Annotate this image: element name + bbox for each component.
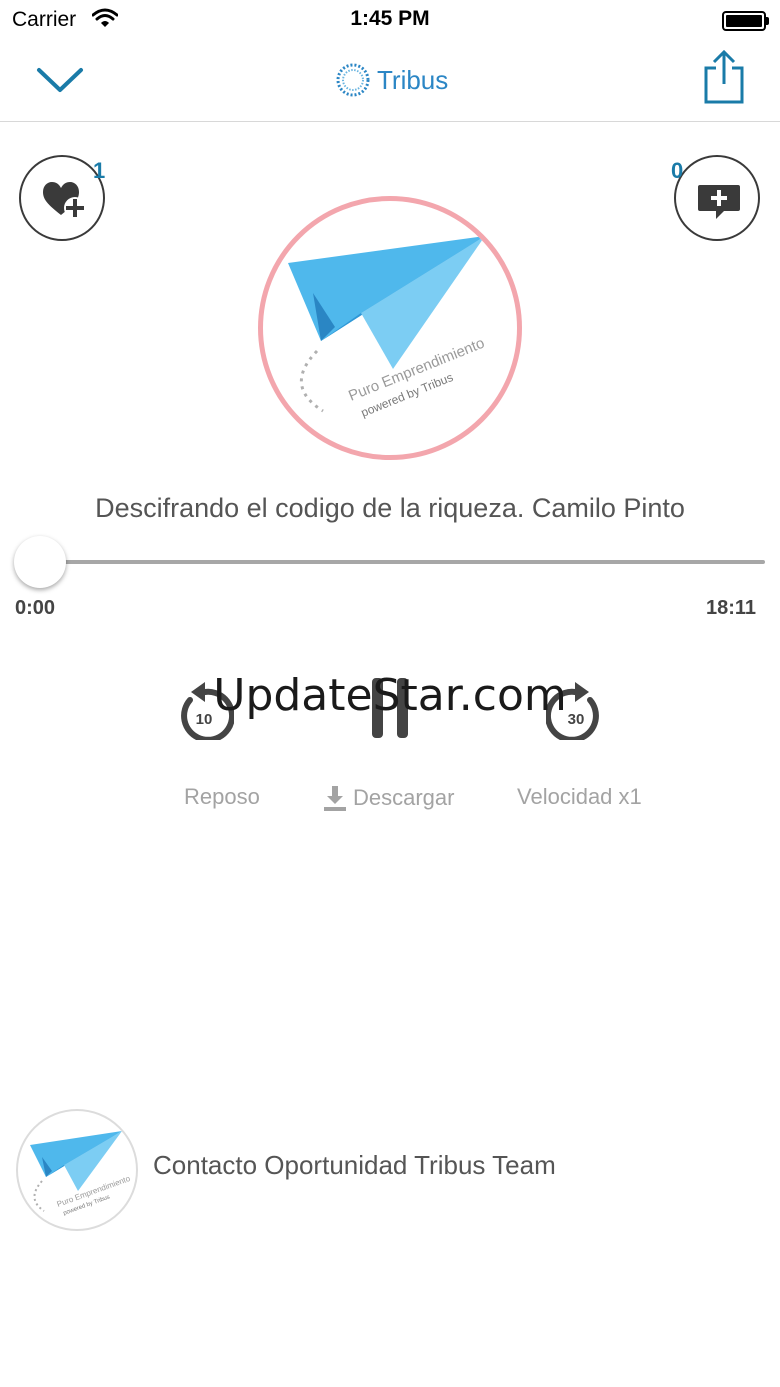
sleep-timer-button[interactable]: Reposo xyxy=(184,784,260,810)
download-button[interactable]: Descargar xyxy=(323,784,454,812)
comment-plus-icon xyxy=(698,185,740,219)
playback-speed-label: Velocidad x1 xyxy=(517,784,642,809)
tribus-logo-icon xyxy=(336,63,370,97)
elapsed-time: 0:00 xyxy=(15,597,56,619)
status-bar: Carrier 1:45 PM xyxy=(0,0,780,40)
track-title: Descifrando el codigo de la riqueza. Cam… xyxy=(95,493,685,523)
status-time: 1:45 PM xyxy=(350,7,430,30)
share-icon[interactable] xyxy=(700,50,748,106)
progress-slider[interactable] xyxy=(40,560,765,564)
paper-plane-icon: Puro Emprendimiento powered by Tribus xyxy=(30,1131,132,1217)
paper-plane-icon: Puro Emprendimiento powered by Tribus xyxy=(288,236,487,420)
navigation-bar: Tribus xyxy=(0,40,780,122)
progress-slider-thumb[interactable] xyxy=(14,536,66,588)
chevron-down-icon[interactable] xyxy=(36,62,84,98)
comment-count: 0 xyxy=(671,158,684,183)
like-count: 1 xyxy=(93,158,106,183)
contact-name[interactable]: Contacto Oportunidad Tribus Team xyxy=(153,1150,556,1181)
forward-label: 30 xyxy=(568,711,585,728)
rewind-label: 10 xyxy=(196,711,213,728)
rewind-10-button[interactable]: 10 xyxy=(176,680,234,740)
battery-icon xyxy=(722,11,770,31)
sleep-timer-label: Reposo xyxy=(184,784,260,809)
contact-avatar[interactable]: Puro Emprendimiento powered by Tribus xyxy=(16,1109,138,1231)
pause-button[interactable] xyxy=(370,676,410,740)
playback-speed-button[interactable]: Velocidad x1 xyxy=(517,784,642,810)
comment-button[interactable] xyxy=(674,155,760,241)
brand-name: Tribus xyxy=(377,64,449,95)
download-label: Descargar xyxy=(353,785,455,810)
forward-30-button[interactable]: 30 xyxy=(546,680,604,740)
total-time: 18:11 xyxy=(706,597,757,619)
brand-logo: Tribus xyxy=(335,60,448,100)
download-icon xyxy=(324,786,346,811)
podcast-artwork: Puro Emprendimiento powered by Tribus xyxy=(258,196,522,460)
